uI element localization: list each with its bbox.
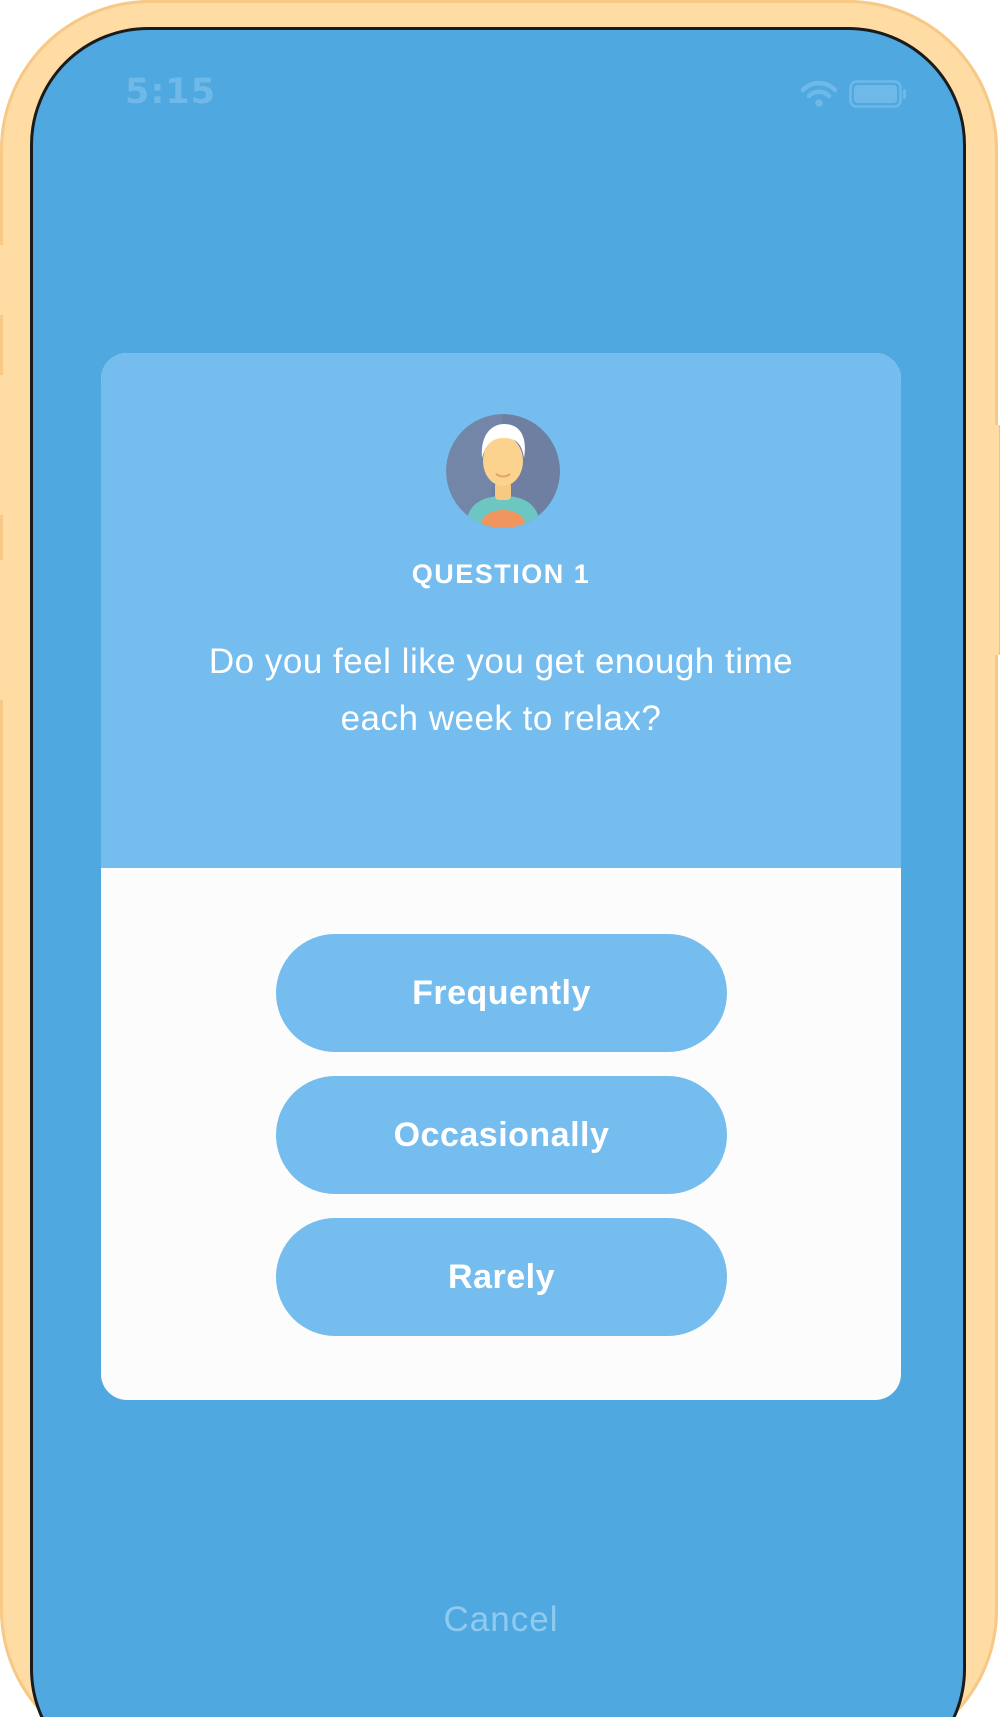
- wifi-icon: [801, 80, 837, 108]
- question-card-header: QUESTION 1 Do you feel like you get enou…: [101, 353, 901, 868]
- status-icons: [801, 80, 907, 108]
- phone-side-button-volume-up: [0, 375, 11, 515]
- phone-screen: 5:15 QUESTION 1 Do you feel like you get…: [30, 27, 966, 1717]
- answer-options: Frequently Occasionally Rarely: [276, 934, 727, 1336]
- answer-occasionally-button[interactable]: Occasionally: [276, 1076, 727, 1194]
- battery-icon: [849, 80, 907, 108]
- phone-side-button-mute: [0, 245, 11, 315]
- status-time: 5:15: [125, 72, 217, 112]
- device-stage: 5:15 QUESTION 1 Do you feel like you get…: [0, 0, 1000, 1717]
- question-number-label: QUESTION 1: [411, 559, 591, 589]
- phone-side-button-power: [987, 425, 1000, 655]
- answer-rarely-button[interactable]: Rarely: [276, 1218, 727, 1336]
- question-text: Do you feel like you get enough time eac…: [208, 642, 794, 738]
- cancel-button[interactable]: Cancel: [33, 1600, 963, 1640]
- question-card: QUESTION 1 Do you feel like you get enou…: [101, 353, 901, 1400]
- person-avatar-icon: [446, 414, 560, 528]
- answer-frequently-button[interactable]: Frequently: [276, 934, 727, 1052]
- phone-side-button-volume-down: [0, 560, 11, 700]
